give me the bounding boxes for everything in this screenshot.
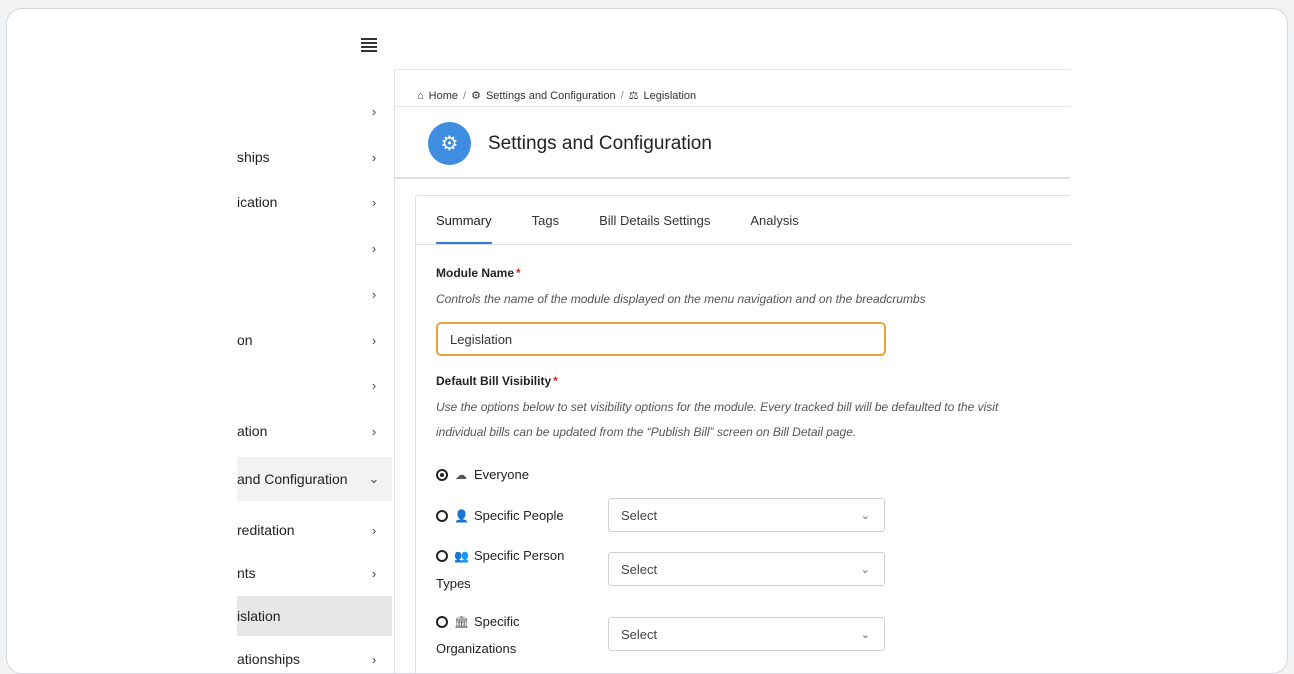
chevron-right-icon: › <box>371 149 377 165</box>
breadcrumb-separator: / <box>463 89 467 102</box>
sidebar-item-relationships[interactable]: ationships › <box>237 639 392 673</box>
default-bill-visibility-label-text: Default Bill Visibility <box>436 374 552 388</box>
chevron-right-icon: › <box>371 286 377 302</box>
radio-button[interactable] <box>436 549 448 562</box>
sidebar-item-label: ships <box>237 149 270 165</box>
chevron-right-icon: › <box>371 377 377 393</box>
module-name-input[interactable] <box>436 322 886 356</box>
tab-tags[interactable]: Tags <box>512 196 579 244</box>
hamburger-menu-icon[interactable] <box>361 38 377 52</box>
tab-summary[interactable]: Summary <box>436 196 512 244</box>
page-title: Settings and Configuration <box>488 133 712 154</box>
module-name-hint: Controls the name of the module displaye… <box>436 292 926 306</box>
settings-panel: Summary Tags Bill Details Settings Analy… <box>415 195 1071 673</box>
breadcrumb-separator: / <box>620 89 624 102</box>
chevron-right-icon: › <box>371 565 377 581</box>
group-icon: ☁ <box>455 467 467 482</box>
select-value: Select <box>621 626 658 642</box>
divider <box>395 69 1070 70</box>
sidebar-item-relationships[interactable]: ships › <box>237 137 392 177</box>
chevron-right-icon: › <box>371 194 377 210</box>
chevron-down-icon: ⌄ <box>368 471 380 486</box>
specific-person-types-select[interactable]: Select ⌄ <box>608 552 885 586</box>
sidebar-item-label: ication <box>237 194 278 210</box>
chevron-right-icon: › <box>371 332 377 348</box>
sidebar: › ships › ication › › › on › › ation › and C… <box>237 71 392 673</box>
breadcrumb: ⌂ Home / ⚙ Settings and Configuration / … <box>417 89 697 103</box>
chevron-right-icon: › <box>371 423 377 439</box>
building-icon: 🏛 <box>454 614 470 629</box>
specific-people-select[interactable]: Select ⌄ <box>608 498 885 532</box>
radio-option-specific-person-types[interactable]: 👥 Specific Person <box>436 548 564 563</box>
radio-label: Specific <box>474 614 520 629</box>
radio-label-continued: Organizations <box>436 641 517 656</box>
radio-label: Specific People <box>474 508 564 523</box>
divider <box>395 106 1070 107</box>
sidebar-item[interactable]: › <box>237 274 392 314</box>
sidebar-item-settings-and-configuration[interactable]: and Configuration ⌄ <box>237 457 392 501</box>
radio-label-continued: Types <box>436 576 471 591</box>
sidebar-item[interactable]: › <box>237 91 392 131</box>
sidebar-item-label: nts <box>237 565 256 581</box>
radio-option-specific-people[interactable]: 👤 Specific People <box>436 508 564 523</box>
module-name-label: Module Name * <box>436 266 521 280</box>
divider <box>395 177 1070 179</box>
chevron-down-icon: ⌄ <box>860 628 870 641</box>
person-types-icon: 👥 <box>454 548 469 563</box>
sidebar-item-label: on <box>237 332 253 348</box>
visibility-hint-line-1: Use the options below to set visibility … <box>436 400 999 414</box>
default-bill-visibility-label: Default Bill Visibility * <box>436 374 558 388</box>
select-value: Select <box>621 561 658 577</box>
chevron-down-icon: ⌄ <box>860 509 870 522</box>
radio-button[interactable] <box>436 509 448 522</box>
tab-bar: Summary Tags Bill Details Settings Analy… <box>436 196 819 244</box>
chevron-right-icon: › <box>371 522 377 538</box>
sidebar-item-accreditation[interactable]: reditation › <box>237 510 392 550</box>
divider <box>416 244 1071 245</box>
visibility-hint-line-2: individual bills can be updated from the… <box>436 425 857 439</box>
radio-label: Specific Person <box>474 548 565 563</box>
sidebar-item-events[interactable]: nts › <box>237 553 392 593</box>
sidebar-item[interactable]: ation › <box>237 411 392 451</box>
home-icon: ⌂ <box>417 89 424 102</box>
chevron-right-icon: › <box>371 651 377 667</box>
sidebar-item-label: reditation <box>237 522 295 538</box>
app-window: › ships › ication › › › on › › ation › and C… <box>6 8 1288 674</box>
sidebar-item[interactable]: › <box>237 365 392 405</box>
radio-option-everyone[interactable]: ☁ Everyone <box>436 467 529 482</box>
sidebar-item-label: ation <box>237 423 268 439</box>
tab-analysis[interactable]: Analysis <box>730 196 818 244</box>
radio-option-specific-organizations[interactable]: 🏛 Specific <box>436 614 520 629</box>
breadcrumb-home[interactable]: Home <box>429 90 458 102</box>
sidebar-item-communication[interactable]: ication › <box>237 182 392 222</box>
chevron-right-icon: › <box>371 103 377 119</box>
chevron-down-icon: ⌄ <box>860 563 870 576</box>
sidebar-item-label: islation <box>237 608 281 624</box>
module-name-label-text: Module Name <box>436 266 515 280</box>
radio-label: Everyone <box>474 467 529 482</box>
required-marker: * <box>553 374 558 388</box>
radio-button[interactable] <box>436 615 448 628</box>
breadcrumb-settings[interactable]: Settings and Configuration <box>486 90 616 102</box>
person-icon: 👤 <box>454 508 469 523</box>
settings-icon: ⚙ <box>471 90 481 102</box>
sidebar-item[interactable]: › <box>237 228 392 268</box>
specific-organizations-select[interactable]: Select ⌄ <box>608 617 885 651</box>
sidebar-item[interactable]: on › <box>237 320 392 360</box>
sidebar-item-label: ationships <box>237 651 301 667</box>
sidebar-item-label: and Configuration <box>237 471 348 487</box>
radio-button[interactable] <box>436 468 448 481</box>
required-marker: * <box>516 266 521 280</box>
tab-bill-details-settings[interactable]: Bill Details Settings <box>579 196 730 244</box>
sidebar-item-legislation[interactable]: islation <box>237 596 392 636</box>
chevron-right-icon: › <box>371 240 377 256</box>
select-value: Select <box>621 507 658 523</box>
settings-gear-icon: ⚙ <box>428 122 471 165</box>
breadcrumb-current: Legislation <box>643 89 697 102</box>
main-content: ⌂ Home / ⚙ Settings and Configuration / … <box>394 69 1071 673</box>
legislation-icon: ⚖ <box>628 90 639 102</box>
